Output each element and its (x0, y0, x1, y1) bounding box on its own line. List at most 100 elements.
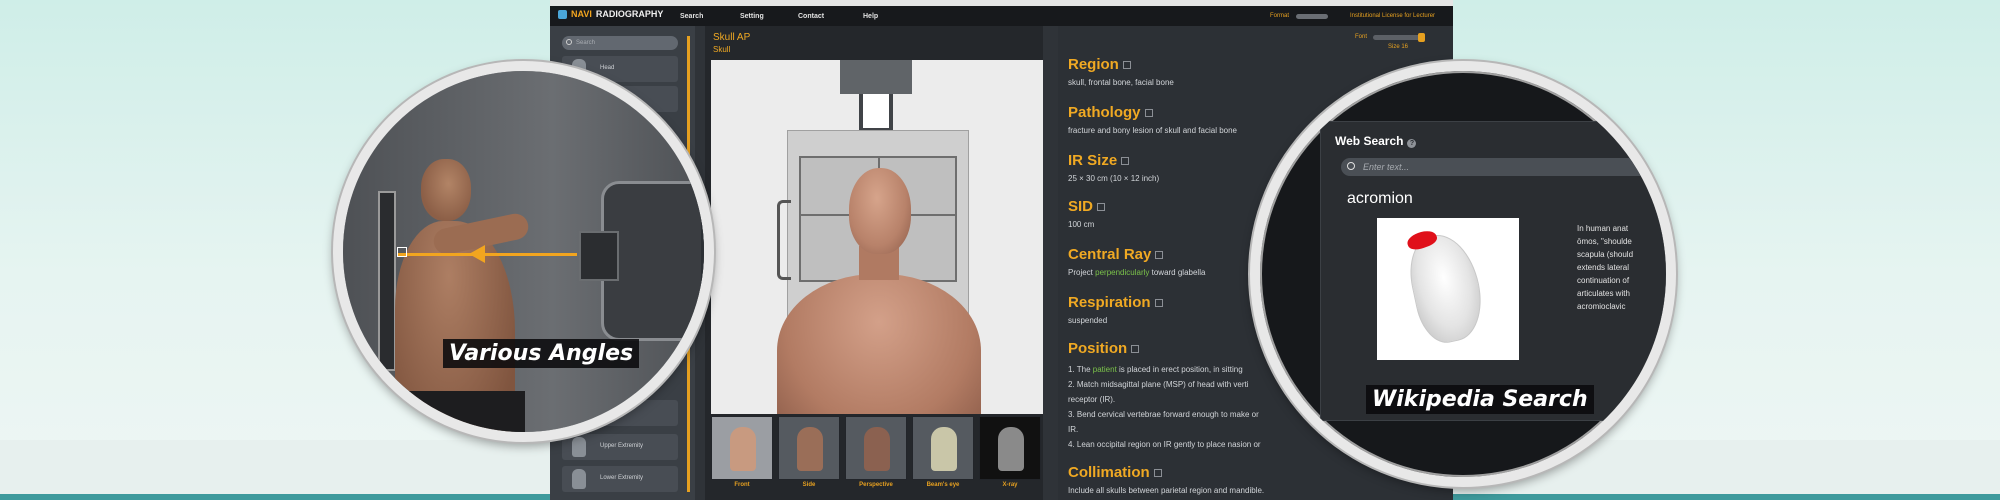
logo-radiography: RADIOGRAPHY (595, 9, 664, 19)
thumb-front[interactable] (711, 416, 773, 480)
view-thumbnails: Front Side Perspective Beam's eye X-ray (711, 416, 1043, 500)
thumb-label: Front (734, 482, 750, 488)
sidebar-item-label: Lower Extremity (600, 475, 644, 481)
section-respiration: Respiration suspended (1068, 294, 1163, 325)
section-text: 100 cm (1068, 220, 1095, 229)
caption-various-angles: Various Angles (443, 339, 640, 368)
arrow-left-icon (469, 245, 485, 263)
result-image (1377, 218, 1519, 360)
font-size-slider-handle[interactable] (1418, 33, 1425, 42)
sidebar-item-label: Upper Extremity (600, 443, 644, 449)
stand-handle (777, 200, 791, 280)
patient-head (421, 159, 471, 221)
edit-icon[interactable] (1121, 156, 1130, 165)
section-text: suspended (1068, 316, 1108, 325)
section-pathology: Pathology fracture and bony lesion of sk… (1068, 104, 1237, 135)
caption-wikipedia-search: Wikipedia Search (1366, 385, 1594, 414)
search-icon (566, 39, 572, 45)
magnifier-wikipedia-search: Web Search? Enter text... acromion In hu… (1250, 61, 1676, 487)
thumb-perspective[interactable] (845, 416, 907, 480)
thumb-label: Beam's eye (926, 482, 960, 488)
font-size-slider[interactable] (1373, 35, 1423, 40)
font-size-value: Size 16 (1388, 44, 1409, 50)
section-text: Include all skulls between parietal regi… (1068, 486, 1265, 495)
position-steps: 1. The patient is placed in erect positi… (1068, 362, 1298, 452)
edit-icon[interactable] (1097, 202, 1106, 211)
section-text: skull, frontal bone, facial bone (1068, 78, 1174, 87)
section-title: Respiration (1068, 294, 1151, 311)
edit-icon[interactable] (1155, 250, 1164, 259)
help-icon[interactable]: ? (1407, 139, 1417, 148)
sidebar-search-input[interactable]: Search (562, 36, 678, 50)
sidebar-item-upper-extremity[interactable]: Upper Extremity (562, 434, 678, 460)
list-item: receptor (IR). (1068, 395, 1116, 404)
thumb-xray[interactable] (979, 416, 1041, 480)
section-sid: SID 100 cm (1068, 198, 1106, 229)
section-title: Central Ray (1068, 246, 1152, 263)
section-text: Project perpendicularly toward glabella (1068, 268, 1206, 277)
list-item: 3. Bend cervical vertebrae forward enoug… (1068, 410, 1259, 419)
menu-search[interactable]: Search (680, 13, 703, 20)
list-item: 1. The patient is placed in erect positi… (1068, 365, 1243, 374)
leg-icon (572, 469, 586, 489)
patient-torso (777, 274, 981, 414)
section-title: Collimation (1068, 464, 1150, 481)
central-ray-line (397, 253, 577, 256)
section-ir-size: IR Size 25 × 30 cm (10 × 12 inch) (1068, 152, 1159, 183)
edit-icon[interactable] (1153, 468, 1162, 477)
page: NAVI RADIOGRAPHY Search Setting Contact … (0, 0, 2000, 500)
patient-head (849, 168, 911, 254)
edit-icon[interactable] (1154, 298, 1163, 307)
list-item: 4. Lean occipital region on IR gently to… (1068, 440, 1261, 449)
edit-icon[interactable] (1122, 60, 1131, 69)
glossary-link[interactable]: patient (1093, 365, 1117, 374)
menu-help[interactable]: Help (863, 13, 878, 20)
web-search-panel: Web Search? Enter text... acromion In hu… (1320, 121, 1666, 421)
app-logo[interactable]: NAVI RADIOGRAPHY (558, 9, 663, 19)
patient-shorts (395, 391, 525, 432)
menu-setting[interactable]: Setting (740, 13, 764, 20)
3d-viewer[interactable] (711, 60, 1043, 414)
web-search-input[interactable]: Enter text... (1341, 158, 1666, 176)
section-region: Region skull, frontal bone, facial bone (1068, 56, 1174, 87)
procedure-subtitle: Skull (713, 45, 731, 54)
list-item: 2. Match midsagittal plane (MSP) of head… (1068, 380, 1249, 389)
collimator (579, 231, 619, 281)
search-icon (1347, 162, 1355, 170)
edit-icon[interactable] (1144, 108, 1153, 117)
center-panel: Skull AP Skull Front Side Perspective Be… (705, 26, 1043, 500)
web-search-placeholder: Enter text... (1363, 162, 1410, 172)
menu-contact[interactable]: Contact (798, 13, 824, 20)
section-text: 25 × 30 cm (10 × 12 inch) (1068, 174, 1160, 183)
web-search-title: Web Search? (1335, 134, 1417, 148)
section-position: Position 1. The patient is placed in ere… (1068, 340, 1298, 452)
format-label: Format (1270, 13, 1290, 19)
font-label: Font (1355, 34, 1368, 40)
section-title: Position (1068, 340, 1128, 357)
procedure-title: Skull AP (713, 32, 751, 43)
search-result-term: acromion (1347, 190, 1413, 207)
section-title: SID (1068, 198, 1094, 215)
sidebar-search-placeholder: Search (576, 40, 596, 46)
section-title: Pathology (1068, 104, 1141, 121)
sidebar-item-lower-extremity[interactable]: Lower Extremity (562, 466, 678, 492)
logo-navi: NAVI (571, 9, 592, 19)
section-title: Region (1068, 56, 1119, 73)
edit-icon[interactable] (1131, 344, 1140, 353)
wiki-article-text: In human anat ōmos, "shoulde scapula (sh… (1577, 224, 1634, 311)
magnifier-various-angles: Various Angles (333, 61, 714, 442)
xray-collimator (859, 94, 893, 132)
logo-icon (558, 9, 567, 19)
section-collimation: Collimation Include all skulls between p… (1068, 464, 1264, 495)
license-text: Institutional License for Lecturer (1350, 13, 1436, 19)
target-marker (397, 247, 407, 257)
detector-panel (378, 191, 396, 371)
section-title: IR Size (1068, 152, 1118, 169)
glossary-link[interactable]: perpendicularly (1095, 268, 1149, 277)
format-slider[interactable] (1296, 14, 1328, 19)
thumb-label: X-ray (1002, 482, 1018, 488)
thumb-side[interactable] (778, 416, 840, 480)
thumb-beams-eye[interactable] (912, 416, 974, 480)
top-menu-bar: NAVI RADIOGRAPHY Search Setting Contact … (550, 0, 1453, 26)
section-text: fracture and bony lesion of skull and fa… (1068, 126, 1237, 135)
